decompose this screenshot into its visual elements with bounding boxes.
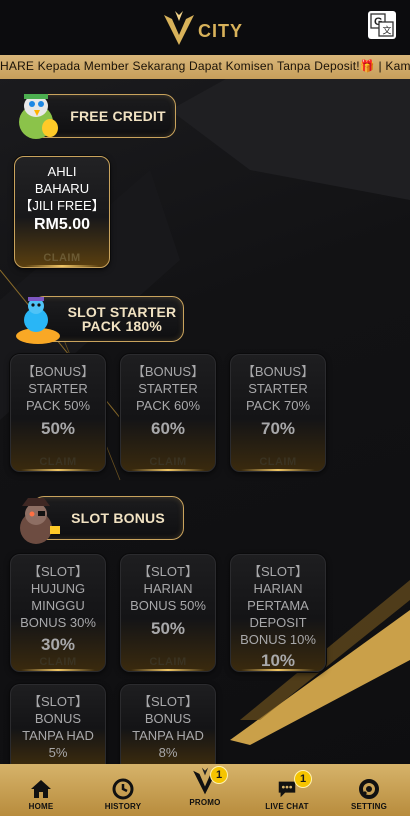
card-title: 【BONUS】STARTER PACK 60% [131, 364, 205, 413]
card-value: 50% [150, 619, 186, 638]
promo-card-slot-weekend-30[interactable]: 【SLOT】HUJUNG MINGGU BONUS 30% 30% CLAIM [10, 554, 106, 672]
card-value: 30% [40, 635, 76, 654]
pirate-mascot-icon [20, 498, 60, 544]
section-slot-bonus: SLOT BONUS [10, 490, 186, 544]
promo-card-slot-daily-50[interactable]: 【SLOT】HARIAN BONUS 50% 50% CLAIM [120, 554, 216, 672]
nav-history[interactable]: HISTORY [82, 764, 164, 816]
card-glow [241, 669, 315, 671]
claim-button[interactable]: CLAIM [231, 456, 325, 468]
card-title: 【SLOT】BONUS TANPA HAD 5% [22, 694, 94, 760]
section-slot-starter: SLOT STARTER PACK 180% [10, 290, 186, 344]
promo-badge: 1 [210, 766, 228, 784]
promo-card-slot-unlimited-5[interactable]: 【SLOT】BONUS TANPA HAD 5% [10, 684, 106, 764]
card-value: 50% [40, 419, 76, 438]
free-credit-label: FREE CREDIT [70, 108, 166, 124]
promo-card-slot-first-deposit-10[interactable]: 【SLOT】HARIAN PERTAMA DEPOSIT BONUS 10% 1… [230, 554, 326, 672]
card-value: 60% [150, 419, 186, 438]
bottom-navigation: HOME HISTORY PROMO 1 LIVE CHAT 1 SETTING [0, 764, 410, 816]
app-header: CITY G 文 [0, 0, 410, 55]
parrot-mascot-icon [19, 94, 58, 139]
nav-home[interactable]: HOME [0, 764, 82, 816]
card-value: RM5.00 [33, 216, 91, 233]
nav-home-label: HOME [28, 802, 54, 811]
svg-text:文: 文 [383, 25, 392, 37]
google-translate-button[interactable]: G 文 [368, 11, 396, 39]
crown-v-logo-icon [164, 11, 194, 45]
slot-starter-label: SLOT STARTER PACK 180% [68, 305, 177, 333]
claim-button[interactable]: CLAIM [121, 456, 215, 468]
announcement-marquee: HARE Kepada Member Sekarang Dapat Komise… [0, 55, 410, 79]
card-glow [21, 469, 95, 471]
promo-card-free-credit[interactable]: AHLI BAHARU 【JILI FREE】 RM5.00 CLAIM [14, 156, 110, 268]
nav-setting-label: SETTING [350, 802, 388, 811]
nav-promo[interactable]: PROMO 1 [164, 764, 246, 816]
card-title-line2: 【JILI FREE】 [19, 198, 105, 213]
card-title: 【SLOT】BONUS TANPA HAD 8% [132, 694, 204, 760]
card-title-line1: AHLI BAHARU [34, 164, 90, 196]
card-title: 【BONUS】STARTER PACK 50% [21, 364, 95, 413]
vcity-logo[interactable]: CITY [162, 8, 243, 48]
claim-button[interactable]: CLAIM [11, 456, 105, 468]
claim-button[interactable]: CLAIM [11, 656, 105, 668]
google-translate-icon: G 文 [370, 13, 394, 37]
card-glow [21, 669, 95, 671]
marquee-text: HARE Kepada Member Sekarang Dapat Komise… [0, 59, 410, 73]
slot-starter-label-line2: PACK 180% [81, 318, 163, 334]
genie-mascot-icon [16, 297, 60, 344]
card-title: 【SLOT】HARIAN BONUS 50% [130, 564, 206, 613]
nav-history-label: HISTORY [104, 802, 142, 811]
card-glow [131, 469, 205, 471]
home-icon [30, 778, 52, 800]
nav-setting[interactable]: SETTING [328, 764, 410, 816]
card-glow [131, 669, 205, 671]
history-icon [112, 778, 134, 800]
promo-card-starter-50[interactable]: 【BONUS】STARTER PACK 50% 50% CLAIM [10, 354, 106, 472]
nav-live-chat-label: LIVE CHAT [265, 802, 309, 811]
nav-live-chat[interactable]: LIVE CHAT 1 [246, 764, 328, 816]
chat-badge: 1 [294, 770, 312, 788]
card-glow [25, 265, 99, 267]
claim-button[interactable]: CLAIM [121, 656, 215, 668]
slot-bonus-label: SLOT BONUS [71, 510, 165, 526]
promo-card-slot-unlimited-8[interactable]: 【SLOT】BONUS TANPA HAD 8% [120, 684, 216, 764]
card-title: 【SLOT】HARIAN PERTAMA DEPOSIT BONUS 10% [240, 564, 316, 647]
card-value: 10% [260, 651, 296, 670]
card-glow [241, 469, 315, 471]
nav-promo-label: PROMO [189, 798, 221, 807]
card-title: 【SLOT】HUJUNG MINGGU BONUS 30% [20, 564, 96, 630]
card-title: 【BONUS】STARTER PACK 70% [241, 364, 315, 413]
claim-button[interactable]: CLAIM [15, 252, 109, 264]
logo-text: CITY [198, 20, 244, 41]
setting-icon [358, 778, 380, 800]
promo-card-starter-70[interactable]: 【BONUS】STARTER PACK 70% 70% CLAIM [230, 354, 326, 472]
card-value: 70% [260, 419, 296, 438]
section-free-credit: FREE CREDIT [10, 88, 180, 139]
card-title: AHLI BAHARU 【JILI FREE】 RM5.00 [19, 163, 105, 233]
promo-card-starter-60[interactable]: 【BONUS】STARTER PACK 60% 60% CLAIM [120, 354, 216, 472]
